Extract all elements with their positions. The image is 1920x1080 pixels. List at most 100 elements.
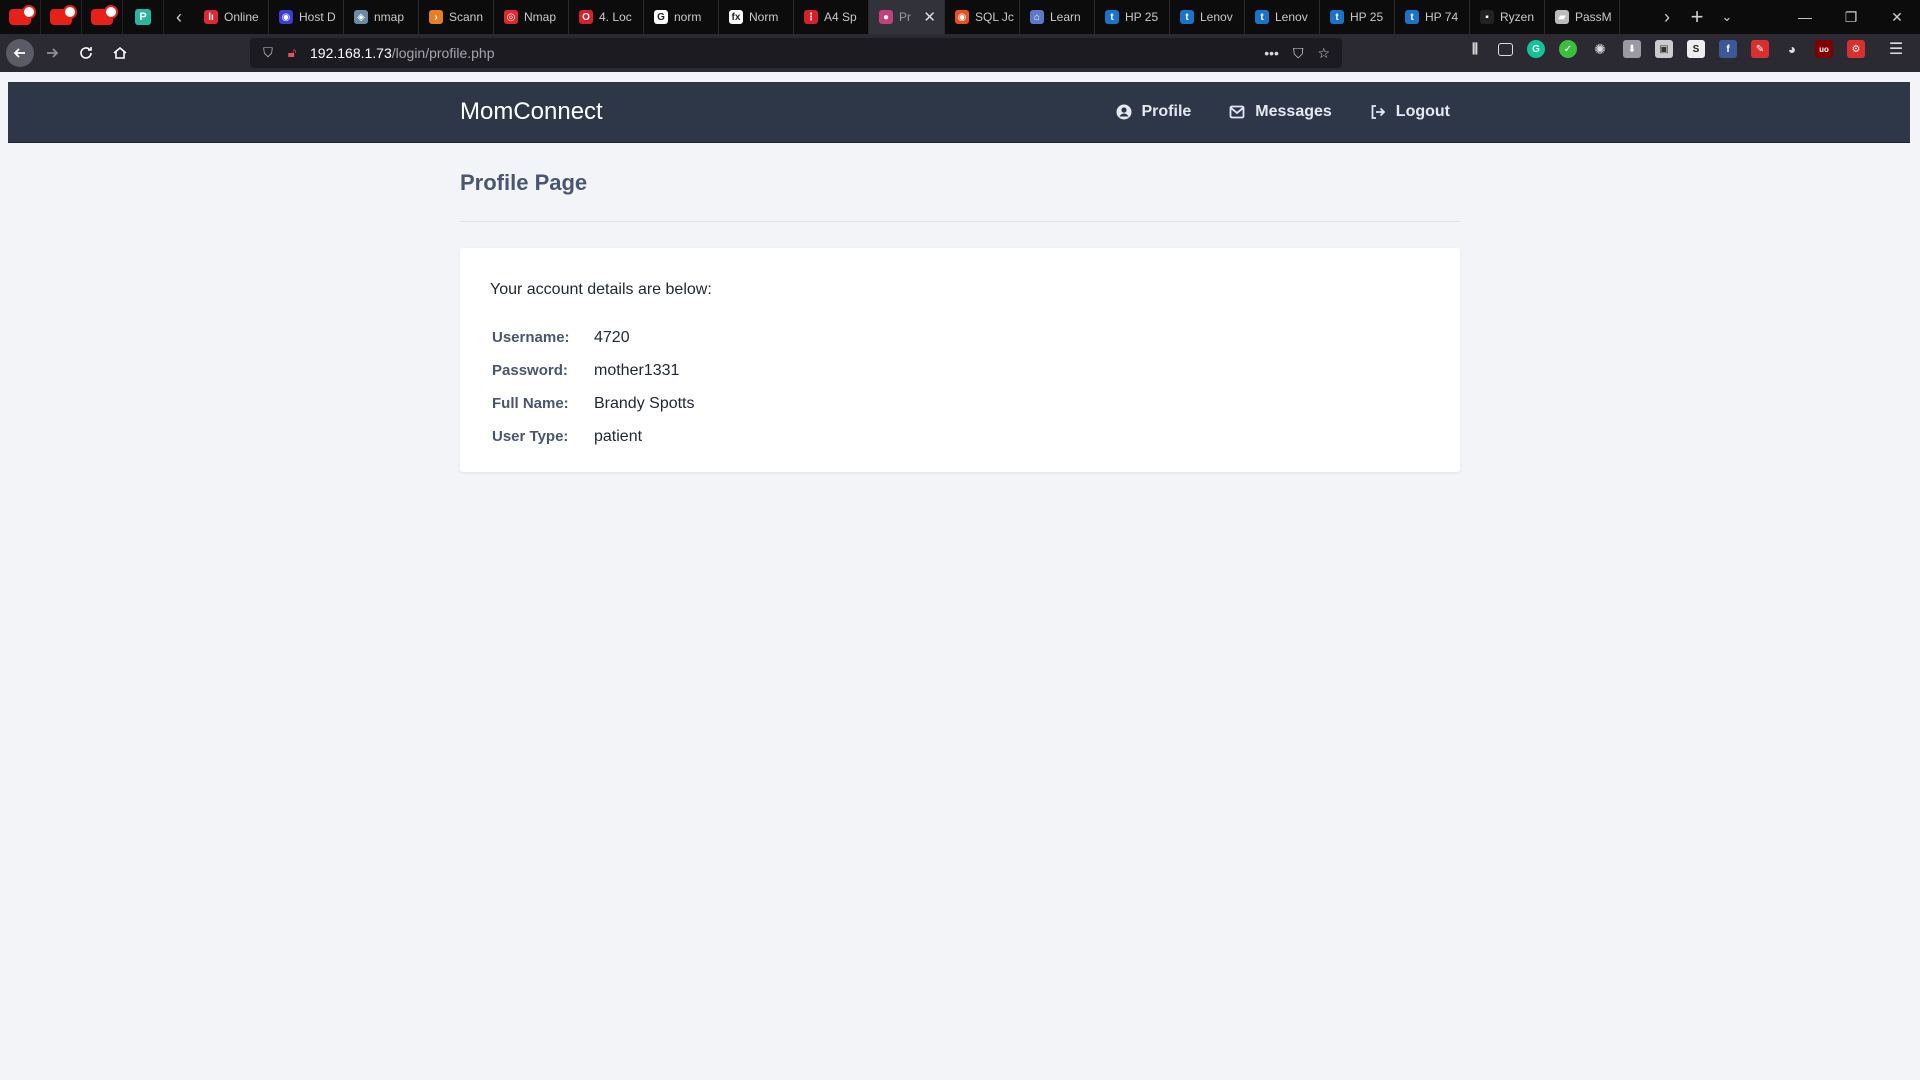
browser-tab[interactable]: t HP 25 [1320,0,1395,34]
tab-favicon-icon: ⋮ [804,10,818,24]
menu-messages-link[interactable]: Messages [1229,103,1332,121]
tab-label: HP 74 [1425,10,1459,24]
shield-icon[interactable]: ⛉ [256,45,280,61]
account-details-card: Your account details are below: Username… [460,248,1460,472]
browser-tab[interactable]: › Scann [419,0,494,34]
web-page: MomConnect Profile Messages Logout Profi… [8,82,1910,1080]
home-button[interactable] [104,37,136,69]
tab-label: HP 25 [1350,10,1384,24]
arrow-left-icon [13,48,25,58]
sign-out-icon [1371,105,1386,119]
sidebar-icon[interactable] [1498,42,1513,56]
menu-logout-link[interactable]: Logout [1370,103,1450,121]
menu-profile-label: Profile [1141,103,1192,120]
close-tab-icon[interactable]: ✕ [923,8,936,26]
browser-tab[interactable]: ● Pr ✕ [869,0,945,34]
globe-extension-icon[interactable]: ◕ [1783,40,1801,58]
menu-messages-label: Messages [1255,103,1332,120]
extension-toolbar: ⫼ G ✓ ✺ ⬇ ▣ S f ✎ ◕ uo ⚙ ☰ [1466,40,1905,58]
tab-label: norm [674,10,702,24]
site-brand[interactable]: MomConnect [460,98,603,126]
browser-tab[interactable]: ◉ SQL Jc [945,0,1020,34]
ublock-icon[interactable]: uo [1815,40,1833,58]
tab-label: Online [224,10,259,24]
tab-label: Norm [749,10,779,24]
browser-tab[interactable]: lı Online [194,0,269,34]
page-actions-icon[interactable]: ••• [1264,45,1279,62]
pocket-icon[interactable]: ⛉ [1293,45,1304,62]
restore-button[interactable]: ❐ [1828,0,1874,34]
browser-tab[interactable]: t Lenov [1170,0,1245,34]
reload-button[interactable] [70,37,102,69]
menu-profile-link[interactable]: Profile [1116,103,1192,121]
tab-label: Ryzen [1500,10,1535,24]
site-menu: Profile Messages Logout [1116,82,1450,142]
browser-tab[interactable]: ◈ nmap [344,0,419,34]
pinned-tab-youtube-1[interactable] [0,0,41,34]
screenshot-extension-icon[interactable]: ▣ [1655,40,1673,58]
tab-favicon-icon: ◉ [955,10,969,24]
pushbullet-icon: P [135,9,151,25]
menu-icon[interactable]: ☰ [1887,40,1905,58]
browser-tab[interactable]: O 4. Loc [569,0,644,34]
pinned-tab-youtube-2[interactable] [41,0,82,34]
address-bar[interactable]: ⛉ 🔓︎ 192.168.1.73/login/profile.php ••• … [250,38,1342,68]
bookmark-star-icon[interactable]: ☆ [1317,45,1330,62]
close-window-button[interactable]: ✕ [1874,0,1920,34]
browser-tab[interactable]: ▰ PassM [1545,0,1620,34]
forward-button[interactable] [36,37,68,69]
tab-favicon-icon: ◎ [504,10,518,24]
browser-tab[interactable]: t HP 74 [1395,0,1470,34]
tab-label: SQL Jc [975,10,1014,24]
pinned-tab-pushbullet[interactable]: P [123,0,164,34]
username-label: Username: [492,329,570,346]
insecure-lock-icon[interactable]: 🔓︎ [280,45,304,61]
tab-label: 4. Loc [599,10,632,24]
download-icon[interactable]: ⬇ [1623,40,1641,58]
checkmark-extension-icon[interactable]: ✓ [1559,40,1577,58]
browser-tab[interactable]: Gnorm [644,0,719,34]
pinned-tab-youtube-3[interactable] [82,0,123,34]
url-path: /login/profile.php [391,45,495,61]
urlbar-actions: ••• ⛉ ☆ [1264,45,1330,62]
browser-tab[interactable]: ⌂ Learn [1020,0,1095,34]
tab-label: PassM [1575,10,1612,24]
browser-tab[interactable]: t HP 25 [1095,0,1170,34]
minimize-button[interactable]: — [1782,0,1828,34]
grammarly-icon[interactable]: G [1527,40,1545,58]
aperture-extension-icon[interactable]: ✺ [1591,40,1609,58]
tab-favicon-icon: O [579,10,593,24]
browser-tab[interactable]: t Lenov [1245,0,1320,34]
account-details-list: Username: 4720 Password: mother1331 Full… [492,321,695,453]
browser-tab[interactable]: ◉ Host D [269,0,344,34]
browser-tab[interactable]: ◎ Nmap [494,0,569,34]
title-divider [460,221,1460,222]
tab-favicon-icon: ⌂ [1030,10,1044,24]
library-icon[interactable]: ⫼ [1466,40,1484,58]
home-icon [113,46,127,59]
tab-label: A4 Sp [824,10,857,24]
tabs-scroll-right-button[interactable]: › [1652,0,1682,34]
tabbar-controls: › + ⌄ — ❐ ✕ [1652,0,1920,34]
new-tab-button[interactable]: + [1682,0,1712,34]
list-all-tabs-button[interactable]: ⌄ [1712,0,1742,34]
tab-strip: lı Online ◉ Host D ◈ nmap › Scann ◎ Nmap O 4. Loc Gn… [194,0,1620,34]
youtube-icon [50,5,77,25]
fullname-value: Brandy Spotts [594,394,695,412]
password-value: mother1331 [594,361,680,379]
back-button[interactable] [6,39,34,67]
tab-favicon-icon: G [654,10,668,24]
browser-tab[interactable]: ⋮ A4 Sp [794,0,869,34]
extension-badge-icon[interactable]: ⚙ [1847,40,1865,58]
browser-tab[interactable]: ▪ Ryzen [1470,0,1545,34]
tab-favicon-icon: t [1330,10,1344,24]
page-title: Profile Page [460,170,588,195]
tabs-scroll-left-button[interactable]: ‹ [164,0,194,34]
tab-favicon-icon: ● [879,10,893,24]
facebook-extension-icon[interactable]: f [1719,40,1737,58]
browser-tab[interactable]: fx Norm [719,0,794,34]
tab-label: HP 25 [1125,10,1159,24]
menu-logout-label: Logout [1395,103,1450,120]
s-extension-icon[interactable]: S [1687,40,1705,58]
red-extension-icon[interactable]: ✎ [1751,40,1769,58]
